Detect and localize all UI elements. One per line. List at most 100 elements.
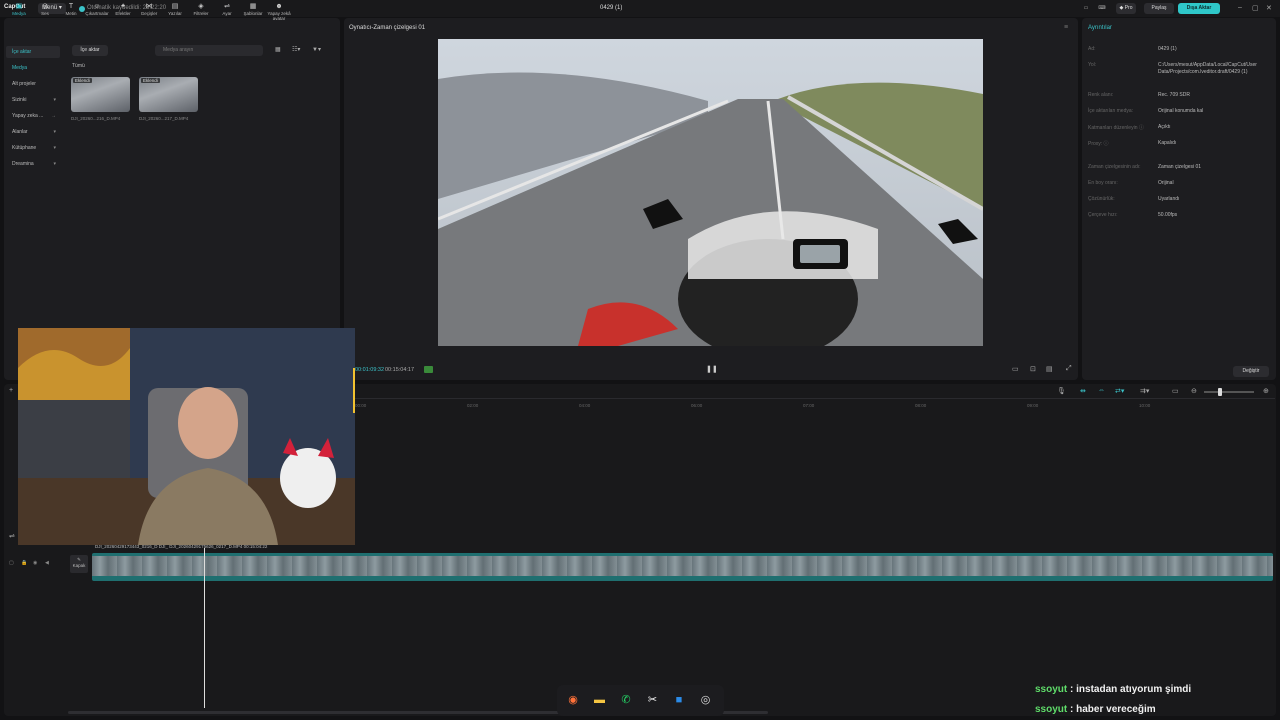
media-thumbnail[interactable]: Eklendi <box>71 77 130 112</box>
sidebar-item-label: Kütüphane <box>12 145 37 151</box>
linkage-icon[interactable]: ⇄▾ <box>1115 387 1124 395</box>
zoom-in-icon[interactable]: ⊕ <box>1263 387 1269 395</box>
lock-icon[interactable]: 🔒 <box>21 560 27 566</box>
capcut-icon[interactable]: ✂ <box>644 691 662 709</box>
tool-label: Şablonlar <box>243 11 263 16</box>
all-media-label: Tümü <box>72 63 85 69</box>
sidebar-item[interactable]: Alt projeler <box>6 78 60 90</box>
sidebar-item[interactable]: Dreamina ▾ <box>6 158 60 170</box>
tool-transitions[interactable]: ⋈ Geçişler <box>136 3 162 19</box>
chat-separator: : <box>1067 684 1077 695</box>
media-search-input[interactable]: Medya arayın <box>155 45 263 56</box>
fullscreen-icon[interactable]: ⤢ <box>1066 365 1072 373</box>
obs-icon[interactable]: ◎ <box>697 691 715 709</box>
sidebar-item[interactable]: İçe aktar <box>6 46 60 58</box>
player-menu-icon[interactable]: ≡ <box>1064 24 1068 31</box>
windows-store-icon[interactable]: ■ <box>670 691 688 709</box>
ruler-tick-label: 06:00 <box>691 403 703 408</box>
chevron-icon: → <box>51 113 56 119</box>
share-button[interactable]: Paylaş <box>1144 3 1174 14</box>
view-grid-icon[interactable]: ▦ <box>275 46 281 53</box>
pause-icon[interactable]: ❚❚ <box>706 365 718 373</box>
sidebar-item-label: Alanlar <box>12 129 28 135</box>
webcam-overlay <box>18 328 355 545</box>
sidebar-item[interactable]: Alanlar ▾ <box>6 126 60 138</box>
change-button[interactable]: Değiştir <box>1233 366 1269 377</box>
export-button[interactable]: Dışa Aktar <box>1178 3 1220 14</box>
timeline-ruler[interactable] <box>355 398 1275 399</box>
file-explorer-icon[interactable]: ▬ <box>591 691 609 709</box>
tool-audio[interactable]: ◎ Ses <box>32 3 58 19</box>
maximize-icon[interactable]: ▢ <box>1252 4 1259 12</box>
layout-icon[interactable]: ▭ <box>1080 3 1092 14</box>
tool-stickers[interactable]: ☺ Çıkartmalar <box>84 3 110 19</box>
chat-message: ssoyut : haber vereceğim <box>1035 704 1156 715</box>
detail-label: Ad: <box>1088 46 1096 52</box>
ruler-tick-label: 02:00 <box>467 403 479 408</box>
detail-value: Kapalıdı <box>1158 140 1177 146</box>
tool-text[interactable]: T Metin <box>58 3 84 19</box>
tool-label: Geçişler <box>140 11 158 16</box>
cover-button[interactable]: ✎ Kapak <box>70 555 88 573</box>
snap-icon[interactable]: ⇔ <box>1098 387 1105 394</box>
share-label: Paylaş <box>1151 5 1167 11</box>
minimize-icon[interactable]: – <box>1238 4 1242 11</box>
ruler-tick-label: 10:00 <box>1139 403 1151 408</box>
chat-text: haber vereceğim <box>1076 704 1156 715</box>
sidebar-item[interactable]: Kütüphane ▾ <box>6 142 60 154</box>
close-icon[interactable]: ✕ <box>1266 4 1272 12</box>
video-preview[interactable] <box>438 39 983 346</box>
media-thumbnail[interactable]: Eklendi <box>139 77 198 112</box>
whatsapp-icon[interactable]: ✆ <box>617 691 635 709</box>
add-track-icon[interactable]: + <box>9 387 13 394</box>
detail-label: Renk alanı: <box>1088 92 1114 98</box>
zoom-slider[interactable] <box>1204 391 1254 393</box>
pro-label: Pro <box>1124 5 1133 11</box>
sidebar-item[interactable]: Medya <box>6 62 60 74</box>
track-toggle-icon[interactable]: ▢ <box>9 560 14 566</box>
total-timecode: 00:15:04:17 <box>385 367 415 373</box>
visibility-icon[interactable]: ◉ <box>33 560 37 566</box>
import-button[interactable]: İçe aktar <box>72 45 108 56</box>
detail-value: Uyarlandı <box>1158 196 1180 202</box>
details-title: Ayrıntılar <box>1088 25 1112 31</box>
tool-label: Medya <box>12 11 26 16</box>
tool-templates[interactable]: ▦ Şablonlar <box>240 3 266 19</box>
tool-media[interactable]: ▣ Medya <box>6 3 32 19</box>
quality-icon[interactable]: ▤ <box>1046 365 1053 373</box>
sidebar-item[interactable]: Sizinki ▾ <box>6 94 60 106</box>
firefox-icon[interactable]: ◉ <box>564 691 582 709</box>
tool-filters[interactable]: ◈ Filtreler <box>188 3 214 19</box>
tool-ai-avatar[interactable]: ☻ Yapay zekâ avatar <box>266 3 292 21</box>
filter-icon[interactable]: ▼▾ <box>312 46 321 53</box>
playhead[interactable] <box>204 548 205 708</box>
transitions-icon: ⋈ <box>145 3 153 10</box>
tool-label: Ses <box>41 11 49 16</box>
tool-effects[interactable]: ✦ Efektler <box>110 3 136 19</box>
fit-icon[interactable]: ▭ <box>1172 387 1179 395</box>
detail-value: 0429 (1) <box>1158 46 1177 52</box>
detail-label: Zaman çizelgesinin adı: <box>1088 164 1141 170</box>
chevron-icon: ▾ <box>53 161 56 167</box>
zoom-out-icon[interactable]: ⊖ <box>1191 387 1197 395</box>
sort-icon[interactable]: ☷▾ <box>292 46 300 53</box>
sidebar-item-label: Alt projeler <box>12 81 36 87</box>
added-badge: Eklendi <box>73 78 92 83</box>
zoom-slider-handle[interactable] <box>1218 388 1222 396</box>
sidebar-item-label: Yapay zeka ... <box>12 113 44 119</box>
track-settings-icon[interactable]: ⇌ <box>9 532 15 540</box>
pro-button[interactable]: ◆ Pro <box>1116 3 1136 14</box>
detail-value: Zaman çizelgesi 01 <box>1158 164 1202 170</box>
mute-icon[interactable]: ◀ <box>45 560 49 566</box>
tool-captions[interactable]: ▤ Yazılar <box>162 3 188 19</box>
snapshot-icon[interactable]: ⊡ <box>1030 365 1036 373</box>
tool-adjust[interactable]: ⇌ Ayar <box>214 3 240 19</box>
preview-axis-icon[interactable]: ⇉▾ <box>1140 387 1149 395</box>
microphone-icon[interactable]: 🎙 <box>1057 387 1066 395</box>
shortcuts-icon[interactable]: ⌨ <box>1096 3 1108 14</box>
export-label: Dışa Aktar <box>1186 5 1212 11</box>
aspect-icon[interactable]: ▭ <box>1012 365 1019 373</box>
sidebar-item[interactable]: Yapay zeka ... → <box>6 110 60 122</box>
link-main-track-icon[interactable]: ⇹ <box>1080 387 1086 395</box>
effects-icon: ✦ <box>120 3 126 10</box>
